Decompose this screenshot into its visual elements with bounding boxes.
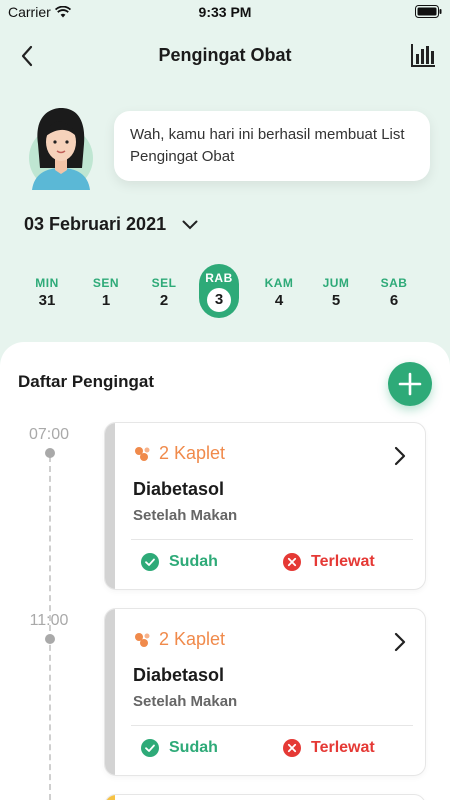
date-picker[interactable]: 03 Februari 2021 <box>24 214 198 235</box>
chevron-down-icon <box>182 220 198 229</box>
mark-done-button[interactable]: Sudah <box>141 739 218 757</box>
nav-bar: Pengingat Obat <box>0 40 450 72</box>
status-bar: Carrier 9:33 PM <box>0 0 450 24</box>
chevron-right-icon[interactable] <box>393 631 407 653</box>
day-number: 1 <box>101 292 111 309</box>
day-min[interactable]: MIN 31 <box>24 266 70 309</box>
card-status-bar <box>105 423 115 589</box>
day-sen[interactable]: SEN 1 <box>83 266 129 309</box>
time-label: 07:00 <box>28 426 70 443</box>
done-label: Sudah <box>169 739 218 756</box>
medicine-name: Diabetasol <box>133 665 225 685</box>
pill-icon <box>135 632 150 647</box>
day-number: 3 <box>207 288 231 312</box>
timeline-dot <box>45 448 55 458</box>
mark-done-button[interactable]: Sudah <box>141 553 218 571</box>
dose-info: 2 Kaplet <box>133 443 225 464</box>
avatar <box>29 108 93 190</box>
clock: 9:33 PM <box>198 4 252 20</box>
bar-chart-icon[interactable] <box>410 42 436 68</box>
list-title: Daftar Pengingat <box>18 372 155 391</box>
day-name: JUM <box>322 276 350 290</box>
done-label: Sudah <box>169 553 218 570</box>
dose-info: 2 Kaplet <box>133 629 225 650</box>
day-sab[interactable]: SAB 6 <box>371 266 417 309</box>
add-reminder-button[interactable] <box>388 362 432 406</box>
battery-icon <box>415 5 442 18</box>
day-number: 6 <box>389 292 399 309</box>
day-name: RAB <box>205 271 233 285</box>
greeting-bubble: Wah, kamu hari ini berhasil membuat List… <box>114 111 430 181</box>
day-number: 4 <box>274 292 284 309</box>
day-sel[interactable]: SEL 2 <box>141 266 187 309</box>
time-label: 11:00 <box>29 612 69 629</box>
page-title: Pengingat Obat <box>158 45 292 65</box>
medicine-note: Setelah Makan <box>133 507 238 524</box>
check-circle-icon <box>141 739 159 757</box>
day-name: SAB <box>380 276 408 290</box>
dose-label: 2 Kaplet <box>159 443 226 463</box>
medicine-note: Setelah Makan <box>133 693 238 710</box>
day-rab-selected[interactable]: RAB 3 <box>199 264 239 318</box>
timeline-dot <box>45 634 55 644</box>
reminder-card[interactable]: 2 Kaplet Diabetasol Setelah Makan Sudah … <box>104 608 426 776</box>
dose-label: 2 Kaplet <box>159 629 226 649</box>
selected-date: 03 Februari 2021 <box>24 214 167 234</box>
day-number: 5 <box>331 292 341 309</box>
chevron-right-icon[interactable] <box>393 445 407 467</box>
missed-label: Terlewat <box>311 553 375 570</box>
day-number: 31 <box>38 292 56 309</box>
mark-missed-button[interactable]: Terlewat <box>283 553 375 571</box>
divider <box>131 539 413 540</box>
divider <box>131 725 413 726</box>
x-circle-icon <box>283 739 301 757</box>
check-circle-icon <box>141 553 159 571</box>
week-strip: MIN 31 SEN 1 SEL 2 RAB 3 KAM 4 JUM 5 SAB… <box>18 264 434 320</box>
pill-icon <box>135 446 150 461</box>
reminder-card[interactable]: 2 Kaplet Diabetasol Setelah Makan Sudah … <box>104 422 426 590</box>
day-number: 2 <box>159 292 169 309</box>
card-status-bar <box>105 795 115 800</box>
mark-missed-button[interactable]: Terlewat <box>283 739 375 757</box>
day-name: KAM <box>264 276 294 290</box>
card-status-bar <box>105 609 115 775</box>
medicine-name: Diabetasol <box>133 479 225 499</box>
reminder-card-partial[interactable] <box>104 794 426 800</box>
day-name: MIN <box>35 276 59 290</box>
day-name: SEN <box>92 276 120 290</box>
missed-label: Terlewat <box>311 739 375 756</box>
day-jum[interactable]: JUM 5 <box>313 266 359 309</box>
day-name: SEL <box>151 276 177 290</box>
day-kam[interactable]: KAM 4 <box>256 266 302 309</box>
plus-icon <box>398 372 422 396</box>
x-circle-icon <box>283 553 301 571</box>
